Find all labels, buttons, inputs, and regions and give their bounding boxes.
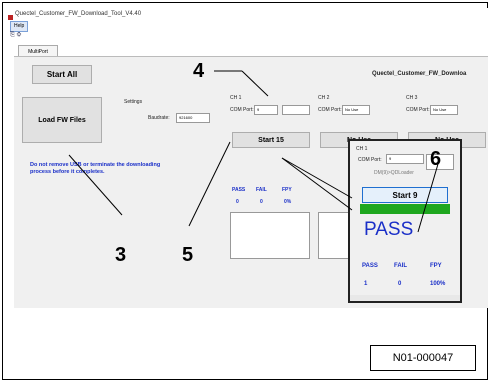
popup-result: PASS	[364, 219, 414, 240]
popup-ch-label: CH 1	[356, 146, 368, 152]
ch1-com-label: COM Port:	[230, 107, 254, 113]
ch1-log-box	[230, 212, 310, 259]
callout-5: 5	[182, 244, 194, 266]
window-title: Quectel_Customer_FW_Download_Tool_V4.40	[15, 11, 142, 17]
callout-6: 6	[430, 148, 442, 170]
settings-label: Settings	[124, 99, 143, 105]
toolbar-icons[interactable]: ⎘ ⚙	[10, 32, 21, 39]
baudrate-select[interactable]: 921600	[176, 113, 210, 123]
callout-3: 3	[115, 244, 127, 266]
ch1-fail-value: 0	[260, 199, 263, 205]
ch2-label: CH 2	[318, 95, 330, 101]
warning-text: Do not remove USB or terminate the downl…	[30, 162, 161, 175]
app-icon	[8, 15, 13, 20]
ch1-pass-value: 0	[236, 199, 239, 205]
progress-bar	[360, 204, 450, 214]
ch1-start-button[interactable]: Start 15	[232, 132, 310, 148]
baudrate-label: Baudrate:	[148, 115, 170, 121]
popup-com-label: COM Port:	[358, 157, 382, 163]
popup-start-button[interactable]: Start 9	[362, 187, 448, 203]
ch2-com-select[interactable]: No Use	[342, 105, 370, 115]
popup-bottom-edge	[350, 295, 460, 301]
callout-4: 4	[193, 60, 205, 82]
popup-fail-value: 0	[398, 281, 402, 287]
ch1-fpy-value: 0%	[284, 199, 292, 205]
popup-pass-header: PASS	[362, 263, 378, 269]
ch1-label: CH 1	[230, 95, 242, 101]
start-all-button[interactable]: Start All	[32, 65, 92, 84]
ch1-device-field	[282, 105, 310, 115]
figure-code: N01-000047	[370, 345, 476, 371]
ch1-fpy-header: FPY	[282, 187, 292, 193]
ch3-com-select[interactable]: No Use	[430, 105, 458, 115]
popup-fpy-value: 100%	[430, 281, 446, 287]
title-bar: Quectel_Customer_FW_Download_Tool_V4.40	[8, 8, 488, 22]
brand-label: Quectel_Customer_FW_Downloa	[372, 71, 467, 77]
popup-fpy-header: FPY	[430, 263, 442, 269]
popup-pass-value: 1	[364, 281, 368, 287]
popup-com-select[interactable]: 9	[386, 154, 424, 164]
popup-device-text: DM(9)>QDLoader	[374, 170, 414, 176]
ch1-fail-header: FAIL	[256, 187, 267, 193]
ch1-pass-header: PASS	[232, 187, 246, 193]
ch3-label: CH 3	[406, 95, 418, 101]
ch1-zoom-popup: CH 1 COM Port: 9 DM(9)>QDLoader Start 9 …	[348, 139, 462, 303]
ch3-com-label: COM Port:	[406, 107, 430, 113]
menu-help[interactable]: Help	[10, 21, 29, 32]
ch2-com-label: COM Port:	[318, 107, 342, 113]
popup-fail-header: FAIL	[394, 263, 407, 269]
load-fw-button[interactable]: Load FW Files	[22, 97, 102, 143]
ch1-com-select[interactable]: 9	[254, 105, 278, 115]
